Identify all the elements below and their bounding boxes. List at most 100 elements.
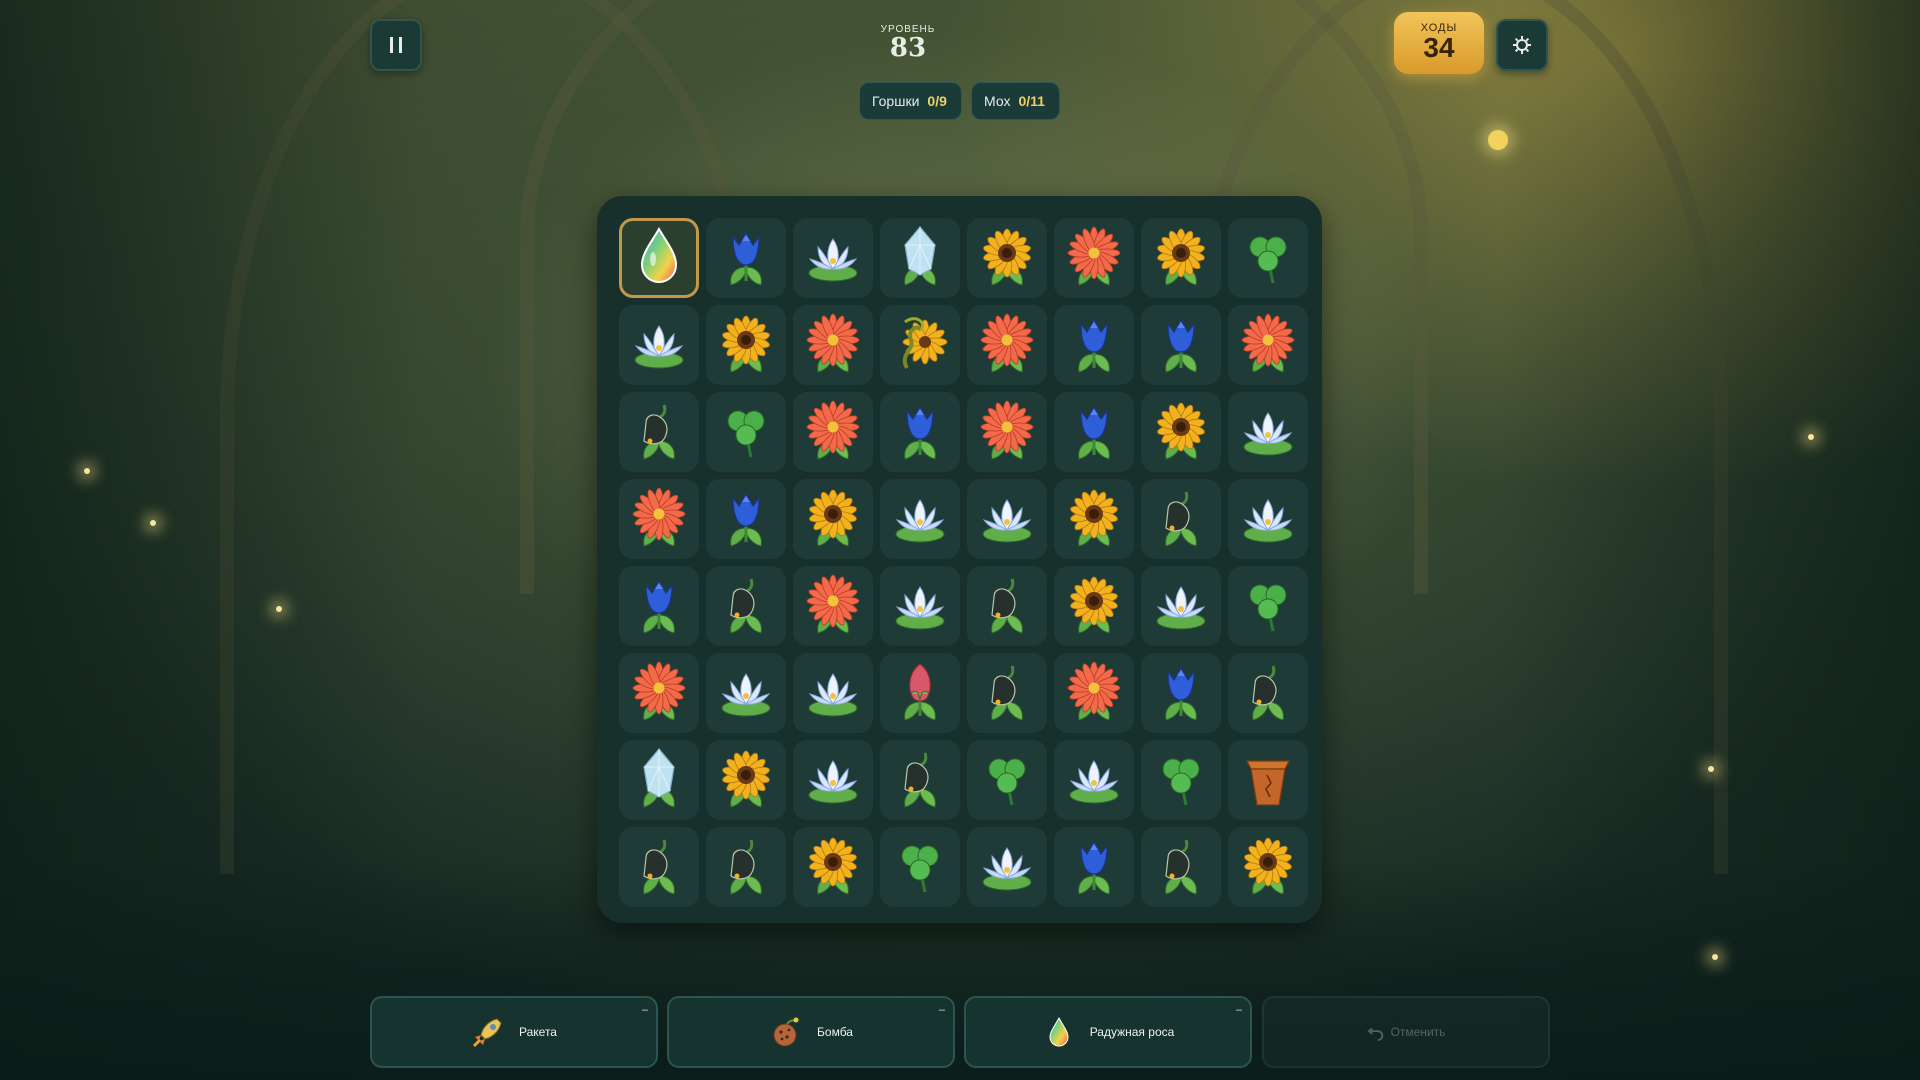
- lotus-icon: [808, 760, 858, 804]
- board-tile-tulip[interactable]: [880, 392, 960, 472]
- daisy-icon: [980, 313, 1034, 373]
- board-tile-bellflower[interactable]: [880, 740, 960, 820]
- board-tile-lotus[interactable]: [967, 827, 1047, 907]
- board-tile-sunflower[interactable]: [1054, 566, 1134, 646]
- board-tile-bellflower[interactable]: [706, 566, 786, 646]
- board-tile-lotus[interactable]: [1054, 740, 1134, 820]
- board-tile-daisy[interactable]: [967, 305, 1047, 385]
- board-tile-tulip[interactable]: [706, 479, 786, 559]
- pause-button[interactable]: [370, 19, 422, 71]
- board-tile-lotus[interactable]: [1228, 392, 1308, 472]
- goal-progress: 0/9: [927, 93, 947, 109]
- board-tile-tulip[interactable]: [619, 566, 699, 646]
- board-tile-daisy[interactable]: [619, 479, 699, 559]
- board-tile-lotus[interactable]: [967, 479, 1047, 559]
- undo-button[interactable]: Отменить: [1262, 996, 1550, 1068]
- board-tile-tulip[interactable]: [706, 218, 786, 298]
- board-tile-bellflower[interactable]: [706, 827, 786, 907]
- board-tile-bellflower[interactable]: [1141, 827, 1221, 907]
- level-indicator: УРОВЕНЬ 83: [858, 24, 958, 61]
- board-tile-clover[interactable]: [1228, 566, 1308, 646]
- firefly: [1808, 434, 1814, 440]
- board-tile-lotus[interactable]: [880, 566, 960, 646]
- sunflower-icon: [1244, 837, 1292, 895]
- clover-icon: [901, 845, 939, 893]
- bud-icon: [904, 663, 936, 721]
- firefly: [1712, 954, 1718, 960]
- booster-rainbow-dew[interactable]: Радужная роса –: [964, 996, 1252, 1068]
- board-tile-lotus[interactable]: [706, 653, 786, 733]
- board-tile-tulip[interactable]: [1054, 305, 1134, 385]
- board-tile-clover[interactable]: [880, 827, 960, 907]
- board-tile-rainbow-drop[interactable]: [619, 218, 699, 298]
- board-tile-daisy[interactable]: [793, 392, 873, 472]
- rainbow-drop-icon: [1049, 1016, 1069, 1047]
- board-tile-sunflower[interactable]: [1141, 218, 1221, 298]
- board-tile-clover[interactable]: [967, 740, 1047, 820]
- lotus-icon: [721, 673, 771, 717]
- lotus-icon: [982, 499, 1032, 543]
- board-tile-sunflower[interactable]: [1141, 392, 1221, 472]
- board-tile-bellflower[interactable]: [619, 392, 699, 472]
- board-tile-tulip[interactable]: [1141, 305, 1221, 385]
- board-tile-sunflower[interactable]: [793, 827, 873, 907]
- booster-rocket[interactable]: Ракета –: [370, 996, 658, 1068]
- lotus-icon: [1069, 760, 1119, 804]
- board-tile-vine[interactable]: [880, 305, 960, 385]
- bellflower-icon: [991, 578, 1023, 634]
- board-tile-daisy[interactable]: [1054, 653, 1134, 733]
- daisy-icon: [806, 574, 860, 634]
- settings-button[interactable]: [1496, 19, 1548, 71]
- board-tile-sunflower[interactable]: [706, 740, 786, 820]
- board-tile-lotus[interactable]: [1141, 566, 1221, 646]
- board-tile-tulip[interactable]: [1054, 827, 1134, 907]
- booster-bomb[interactable]: Бомба –: [667, 996, 955, 1068]
- board-tile-bellflower[interactable]: [1228, 653, 1308, 733]
- board-tile-sunflower[interactable]: [706, 305, 786, 385]
- gear-icon: [1513, 36, 1531, 54]
- board-tile-bud[interactable]: [880, 653, 960, 733]
- rainbow-drop-icon: [640, 226, 678, 283]
- sunflower-icon: [809, 837, 857, 895]
- board-tile-clover[interactable]: [1141, 740, 1221, 820]
- board-tile-tulip[interactable]: [1141, 653, 1221, 733]
- booster-count: –: [938, 1004, 945, 1016]
- board-tile-lotus[interactable]: [880, 479, 960, 559]
- board-tile-bellflower[interactable]: [619, 827, 699, 907]
- board-tile-daisy[interactable]: [967, 392, 1047, 472]
- board-tile-crystal[interactable]: [880, 218, 960, 298]
- board-tile-daisy[interactable]: [619, 653, 699, 733]
- board-tile-daisy[interactable]: [793, 566, 873, 646]
- board-tile-sunflower[interactable]: [967, 218, 1047, 298]
- clover-icon: [727, 410, 765, 458]
- board-tile-sunflower[interactable]: [1228, 827, 1308, 907]
- board-tile-daisy[interactable]: [793, 305, 873, 385]
- level-number: 83: [889, 33, 927, 63]
- board-tile-clover[interactable]: [1228, 218, 1308, 298]
- sunflower-icon: [983, 228, 1031, 286]
- board-tile-bellflower[interactable]: [1141, 479, 1221, 559]
- sunflower-icon: [809, 489, 857, 547]
- board-tile-crystal[interactable]: [619, 740, 699, 820]
- daisy-icon: [980, 400, 1034, 460]
- bellflower-icon: [1252, 665, 1284, 721]
- board-tile-lotus[interactable]: [1228, 479, 1308, 559]
- tulip-icon: [904, 405, 936, 460]
- goal-moss: Мох 0/11: [971, 82, 1060, 120]
- board-tile-daisy[interactable]: [1054, 218, 1134, 298]
- board-tile-bellflower[interactable]: [967, 653, 1047, 733]
- board-tile-sunflower[interactable]: [1054, 479, 1134, 559]
- board-tile-tulip[interactable]: [1054, 392, 1134, 472]
- board-tile-bellflower[interactable]: [967, 566, 1047, 646]
- board-tile-clover[interactable]: [706, 392, 786, 472]
- board-tile-sunflower[interactable]: [793, 479, 873, 559]
- board-tile-lotus[interactable]: [619, 305, 699, 385]
- board-tile-daisy[interactable]: [1228, 305, 1308, 385]
- board-tile-pot[interactable]: [1228, 740, 1308, 820]
- board-tile-lotus[interactable]: [793, 653, 873, 733]
- board-tile-lotus[interactable]: [793, 218, 873, 298]
- board-tile-lotus[interactable]: [793, 740, 873, 820]
- moves-count: 34: [1423, 32, 1455, 63]
- sunflower-icon: [1157, 402, 1205, 460]
- firefly: [150, 520, 156, 526]
